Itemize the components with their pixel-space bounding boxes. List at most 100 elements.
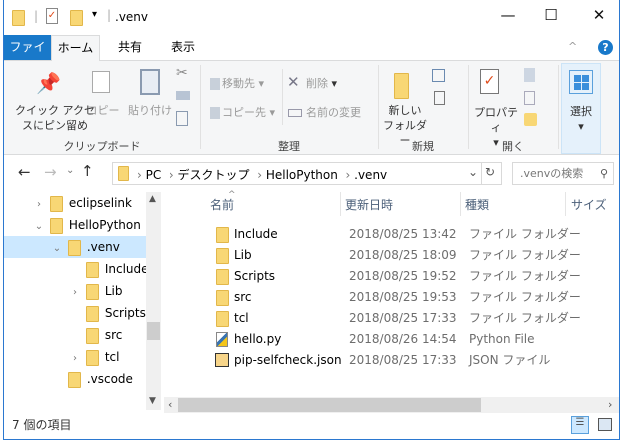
nav-item[interactable]: src: [4, 324, 146, 346]
tab-view[interactable]: 表示: [161, 35, 205, 60]
expand-chevron-icon[interactable]: ›: [32, 194, 46, 216]
delete-button[interactable]: 削除 ▾: [306, 76, 337, 91]
properties-qat-icon[interactable]: ✓: [46, 8, 58, 24]
scroll-up-icon[interactable]: ▲: [149, 194, 156, 204]
file-row[interactable]: Include 2018/08/25 13:42 ファイル フォルダー: [214, 224, 614, 245]
forward-button[interactable]: →: [44, 163, 57, 181]
copy-icon: [92, 71, 110, 93]
nav-item[interactable]: › eclipselink: [4, 192, 146, 214]
horizontal-scrollbar[interactable]: ‹ ›: [164, 397, 619, 413]
navigation-pane: › eclipselink ⌄ HelloPython ⌄ .venv Includ…: [4, 192, 149, 410]
divider: [200, 65, 201, 149]
nav-item[interactable]: Include: [4, 258, 149, 280]
rename-button[interactable]: 名前の変更: [306, 105, 361, 120]
refresh-button[interactable]: ↻: [485, 165, 495, 179]
divider: [340, 192, 341, 216]
nav-item-label: src: [104, 328, 123, 342]
delete-icon: ✕: [287, 73, 300, 91]
move-to-button[interactable]: 移動先 ▾: [222, 76, 264, 91]
new-folder-icon: [394, 73, 409, 99]
file-row[interactable]: hello.py 2018/08/26 14:54 Python File: [214, 329, 614, 350]
paste-shortcut-icon[interactable]: [176, 111, 188, 126]
status-item-count: 7 個の項目: [12, 418, 72, 432]
up-button[interactable]: ↑: [81, 162, 94, 180]
h-scroll-thumb[interactable]: [178, 398, 481, 412]
pin-icon: 📌: [36, 71, 61, 95]
nav-item[interactable]: ⌄ .venv: [4, 236, 146, 258]
divider: |: [34, 9, 39, 23]
select-button[interactable]: 選択 ▾: [561, 63, 601, 154]
new-item-icon[interactable]: [432, 69, 445, 82]
file-row[interactable]: Lib 2018/08/25 18:09 ファイル フォルダー: [214, 245, 614, 266]
tab-home[interactable]: ホーム: [51, 35, 100, 61]
new-folder-qat-icon[interactable]: [70, 10, 83, 26]
tab-share[interactable]: 共有: [108, 35, 152, 60]
column-header-name[interactable]: 名前: [210, 196, 234, 213]
file-name: Lib: [234, 248, 252, 262]
open-icon[interactable]: [524, 68, 535, 82]
qat-dropdown-icon[interactable]: ▾: [92, 9, 97, 20]
copy-path-icon[interactable]: [176, 91, 190, 100]
expand-chevron-icon[interactable]: ›: [68, 282, 82, 304]
column-header-size[interactable]: サイズ: [571, 196, 607, 213]
close-button[interactable]: ✕: [579, 6, 619, 24]
paste-button[interactable]: 貼り付け: [126, 103, 174, 118]
details-view-button[interactable]: ☰: [571, 416, 589, 434]
column-header-type[interactable]: 種類: [465, 196, 489, 213]
copy-button[interactable]: コピー: [86, 103, 120, 118]
collapse-ribbon-icon[interactable]: ^: [568, 40, 577, 53]
scroll-down-icon[interactable]: ▼: [149, 396, 156, 406]
search-input[interactable]: .venvの検索 ⚲: [512, 162, 614, 185]
nav-item[interactable]: › tcl: [4, 346, 146, 368]
file-row[interactable]: tcl 2018/08/25 17:33 ファイル フォルダー: [214, 308, 614, 329]
folder-icon: [67, 371, 81, 388]
open-group-label: 開く: [502, 140, 524, 153]
large-icons-view-button[interactable]: [598, 418, 612, 431]
expand-chevron-icon[interactable]: ⌄: [50, 238, 64, 260]
minimize-button[interactable]: —: [488, 6, 528, 24]
address-dropdown-icon[interactable]: ⌄: [468, 165, 478, 179]
nav-item[interactable]: ⌄ HelloPython: [4, 214, 146, 236]
expand-chevron-icon[interactable]: ⌄: [32, 216, 46, 238]
address-bar[interactable]: › PC › デスクトップ › HelloPython › .venv ⌄ ↻: [112, 162, 502, 185]
easy-access-icon[interactable]: [434, 91, 445, 105]
file-date: 2018/08/25 19:53: [349, 290, 457, 304]
scroll-left-icon[interactable]: ‹: [168, 398, 172, 411]
history-icon[interactable]: [524, 113, 537, 126]
new-group-label: 新規: [412, 140, 434, 153]
tab-file[interactable]: ファイル: [4, 35, 51, 78]
nav-scroll-thumb[interactable]: [147, 322, 160, 340]
search-placeholder: .venvの検索: [520, 167, 584, 180]
nav-item-label: HelloPython: [68, 218, 141, 232]
crumb-hellopython[interactable]: HelloPython: [266, 168, 338, 182]
column-header-date[interactable]: 更新日時: [345, 196, 393, 213]
folder-icon: [216, 248, 229, 264]
maximize-button[interactable]: ☐: [531, 6, 571, 24]
crumb-desktop[interactable]: デスクトップ: [178, 168, 250, 182]
folder-icon: [118, 166, 129, 181]
file-row[interactable]: Scripts 2018/08/25 19:52 ファイル フォルダー: [214, 266, 614, 287]
crumb-venv[interactable]: .venv: [354, 168, 387, 182]
file-date: 2018/08/26 14:54: [349, 332, 457, 346]
expand-chevron-icon[interactable]: ›: [68, 348, 82, 370]
back-button[interactable]: ←: [18, 163, 31, 181]
file-row[interactable]: pip-selfcheck.json 2018/08/25 17:33 JSON フ…: [214, 350, 614, 371]
crumb-pc[interactable]: PC: [146, 168, 162, 182]
help-icon[interactable]: ?: [598, 40, 613, 55]
copy-to-button[interactable]: コピー先 ▾: [222, 105, 275, 120]
file-type: ファイル フォルダー: [469, 227, 581, 241]
nav-item-label: Include: [104, 262, 149, 276]
nav-item[interactable]: Scripts: [4, 302, 146, 324]
nav-item[interactable]: .vscode: [4, 368, 146, 390]
cut-icon[interactable]: ✂: [176, 65, 188, 81]
nav-item[interactable]: › Lib: [4, 280, 146, 302]
delete-label: 削除: [306, 77, 328, 90]
search-icon: ⚲: [599, 167, 608, 180]
file-type: ファイル フォルダー: [469, 311, 581, 325]
edit-icon[interactable]: [524, 91, 535, 105]
scroll-right-icon[interactable]: ›: [608, 398, 612, 411]
file-row[interactable]: src 2018/08/25 19:53 ファイル フォルダー: [214, 287, 614, 308]
nav-scrollbar[interactable]: ▲ ▼: [146, 192, 161, 410]
file-date: 2018/08/25 18:09: [349, 248, 457, 262]
recent-dropdown-icon[interactable]: ⌄: [66, 165, 74, 176]
